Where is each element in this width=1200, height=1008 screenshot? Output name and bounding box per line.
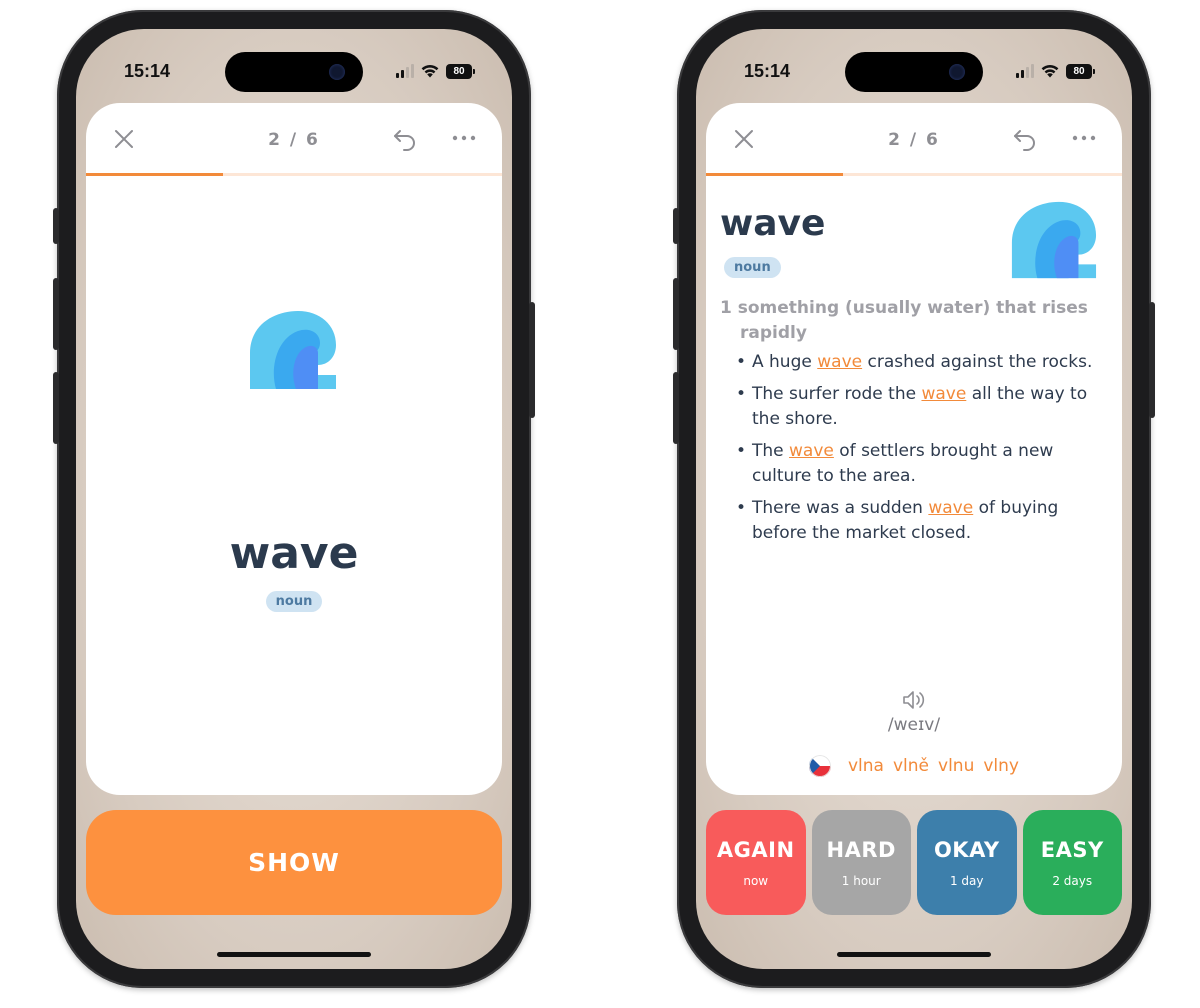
pos-badge: noun <box>265 591 323 612</box>
hard-button[interactable]: HARD 1 hour <box>811 810 911 915</box>
silent-switch <box>53 208 59 244</box>
more-options-icon[interactable] <box>1072 135 1096 141</box>
card-word: wave <box>229 528 359 579</box>
progress-bar <box>706 173 1122 176</box>
phonetic-transcription: /weɪv/ <box>887 715 941 735</box>
card-header: 2 / 6 <box>86 103 502 176</box>
translation-item: vlně <box>892 756 930 776</box>
example-item: There was a sudden wave of buying before… <box>736 496 1104 546</box>
signal-icon <box>1016 64 1034 78</box>
highlighted-word: wave <box>789 441 834 461</box>
highlighted-word: wave <box>928 498 974 518</box>
status-time: 15:14 <box>124 61 171 81</box>
dynamic-island <box>845 52 983 92</box>
again-button[interactable]: AGAIN now <box>706 810 806 915</box>
translation-item: vlny <box>983 756 1019 776</box>
example-item: The wave of settlers brought a new cultu… <box>736 439 1104 489</box>
card-counter: 2 / 6 <box>888 130 940 150</box>
phone-front: 15:14 80 2 / 6 wave noun SHOW <box>53 10 535 988</box>
speaker-icon[interactable] <box>901 689 927 711</box>
battery-icon: 80 <box>1066 63 1095 79</box>
volume-up-button <box>53 278 59 350</box>
pos-badge: noun <box>724 257 781 278</box>
undo-icon[interactable] <box>392 127 418 151</box>
wifi-icon <box>1041 64 1059 78</box>
volume-up-button <box>673 278 679 350</box>
status-time: 15:14 <box>744 61 791 81</box>
home-indicator[interactable] <box>837 952 991 957</box>
wave-emoji-icon <box>250 311 336 389</box>
translations: vlna vlně vlnu vlny <box>706 755 1122 777</box>
home-indicator[interactable] <box>217 952 371 957</box>
wifi-icon <box>421 64 439 78</box>
screen: 15:14 80 2 / 6 <box>76 29 512 969</box>
okay-button[interactable]: OKAY 1 day <box>917 810 1017 915</box>
highlighted-word: wave <box>817 352 863 372</box>
battery-icon: 80 <box>446 63 475 79</box>
status-icons: 80 <box>1016 63 1095 79</box>
show-button[interactable]: SHOW <box>86 810 502 915</box>
card-counter: 2 / 6 <box>268 130 320 150</box>
undo-icon[interactable] <box>1012 127 1038 151</box>
czech-flag-icon <box>809 755 831 777</box>
translation-item: vlnu <box>938 756 975 776</box>
signal-icon <box>396 64 414 78</box>
wave-emoji-icon <box>1011 201 1097 279</box>
example-item: A huge wave crashed against the rocks. <box>736 350 1104 375</box>
grade-buttons: AGAIN now HARD 1 hour OKAY 1 day EASY 2 … <box>706 810 1122 915</box>
part-of-speech: noun <box>724 256 781 278</box>
power-button <box>1149 302 1155 418</box>
more-options-icon[interactable] <box>452 135 476 141</box>
part-of-speech: noun <box>86 590 502 612</box>
status-icons: 80 <box>396 63 475 79</box>
phone-back: 15:14 80 2 / 6 wave noun 1 something (us… <box>673 10 1155 988</box>
definition: 1 something (usually water) that rises r… <box>720 298 1088 343</box>
example-item: The surfer rode the wave all the way to … <box>736 382 1104 432</box>
volume-down-button <box>673 372 679 444</box>
flashcard: 2 / 6 wave noun <box>86 103 502 795</box>
flashcard: 2 / 6 wave noun 1 something (usually wat… <box>706 103 1122 795</box>
example-list: A huge wave crashed against the rocks. T… <box>736 350 1104 553</box>
card-word: wave <box>720 203 826 244</box>
translation-item: vlna <box>848 756 884 776</box>
easy-button[interactable]: EASY 2 days <box>1022 810 1122 915</box>
silent-switch <box>673 208 679 244</box>
pronunciation-button[interactable] <box>706 689 1122 715</box>
progress-bar <box>86 173 502 176</box>
card-header: 2 / 6 <box>706 103 1122 176</box>
volume-down-button <box>53 372 59 444</box>
highlighted-word: wave <box>921 384 967 404</box>
power-button <box>529 302 535 418</box>
dynamic-island <box>225 52 363 92</box>
screen: 15:14 80 2 / 6 <box>696 29 1132 969</box>
